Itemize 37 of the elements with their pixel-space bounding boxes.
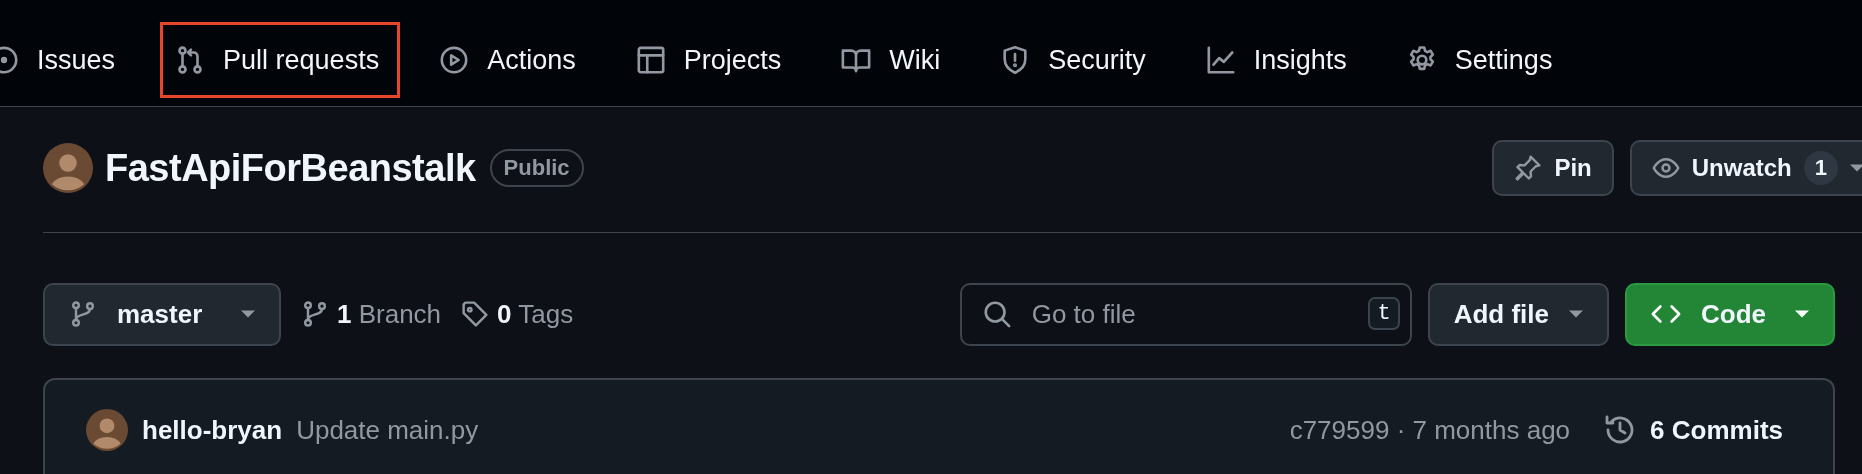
caret-icon: [1850, 164, 1862, 172]
avatar: [43, 143, 93, 193]
tag-icon: [461, 300, 490, 328]
pin-button[interactable]: Pin: [1492, 140, 1614, 196]
play-icon: [439, 45, 470, 75]
commit-meta[interactable]: c779599 · 7 months ago: [1289, 414, 1571, 446]
nav-tab[interactable]: Insights: [1190, 22, 1368, 98]
caret-icon: [241, 310, 255, 318]
line-graph-icon: [1205, 45, 1236, 75]
commit-author[interactable]: hello-bryan: [142, 414, 283, 446]
nav-tab[interactable]: Security: [985, 22, 1167, 98]
nav-tab[interactable]: Pull requests: [160, 22, 401, 98]
caret-icon: [1569, 310, 1583, 318]
avatar: [86, 409, 128, 451]
visibility-label: Public: [489, 149, 584, 187]
nav-tab[interactable]: Issues: [0, 22, 137, 98]
tag-count[interactable]: 0 Tags: [497, 298, 574, 330]
pushpin-icon: [1514, 154, 1543, 182]
nav-tab[interactable]: Wiki: [826, 22, 962, 98]
add-file-button[interactable]: Add file: [1427, 282, 1609, 346]
search-icon: [981, 298, 1012, 329]
table-icon: [635, 45, 666, 75]
commit-message[interactable]: Update main.py: [296, 414, 479, 446]
branch-count[interactable]: 1 Branch: [337, 298, 442, 330]
watcher-count: 1: [1803, 151, 1838, 185]
code-button[interactable]: Code: [1625, 282, 1835, 346]
nav-tab[interactable]: Settings: [1391, 22, 1574, 98]
caret-icon: [1795, 310, 1809, 318]
branch-icon: [301, 300, 329, 328]
unwatch-button[interactable]: Unwatch 1: [1629, 140, 1862, 196]
commits-link[interactable]: 6 Commits: [1650, 414, 1783, 446]
branch-selector[interactable]: master: [43, 282, 281, 346]
nav-tab[interactable]: Projects: [620, 22, 803, 98]
shortcut-key: t: [1368, 296, 1400, 330]
nav-tab[interactable]: Actions: [424, 22, 597, 98]
repo-title[interactable]: FastApiForBeanstalk: [105, 146, 476, 190]
branch-icon: [69, 300, 97, 328]
